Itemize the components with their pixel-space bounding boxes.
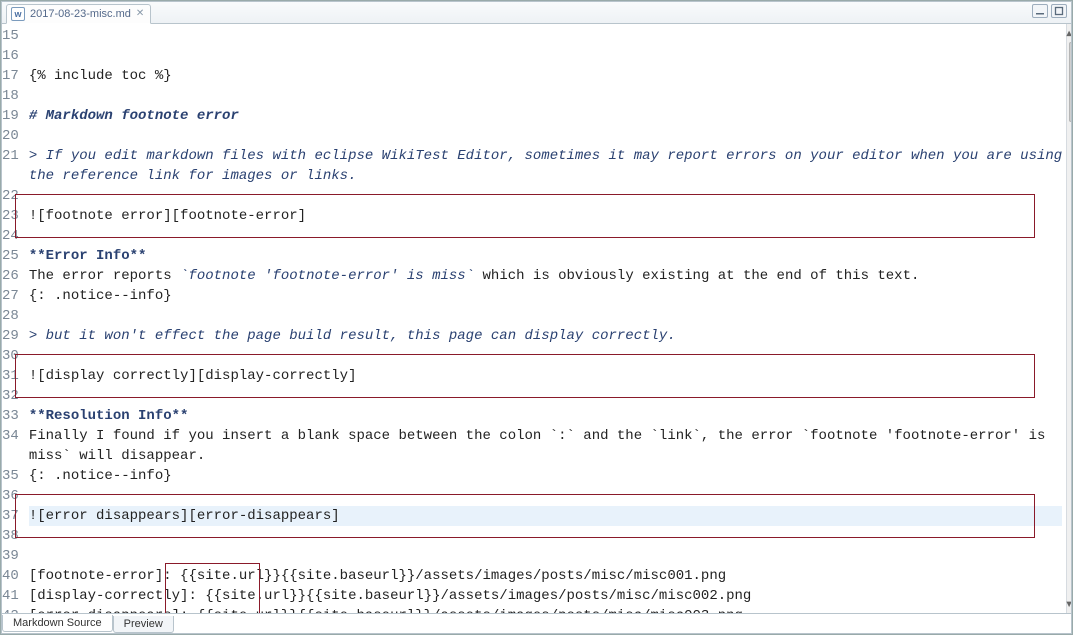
titlebar: w 2017-08-23-misc.md ✕ xyxy=(2,2,1071,24)
line-number: 33 xyxy=(2,406,19,426)
code-line[interactable]: [footnote-error]: {{site.url}}{{site.bas… xyxy=(29,566,1062,586)
file-tab-label: 2017-08-23-misc.md xyxy=(30,8,131,20)
line-number: 39 xyxy=(2,546,19,566)
minimize-button[interactable] xyxy=(1032,4,1048,18)
code-line[interactable] xyxy=(29,306,1062,326)
code-line[interactable]: [display-correctly]: {{site.url}}{{site.… xyxy=(29,586,1062,606)
line-number-gutter: 15161718192021 22232425262728293031323334… xyxy=(2,24,25,613)
line-number: 37 xyxy=(2,506,19,526)
code-line[interactable] xyxy=(29,226,1062,246)
tab-preview[interactable]: Preview xyxy=(113,616,174,633)
code-line[interactable] xyxy=(29,386,1062,406)
code-line[interactable] xyxy=(29,486,1062,506)
line-number: 22 xyxy=(2,186,19,206)
line-number: 36 xyxy=(2,486,19,506)
editor-window: w 2017-08-23-misc.md ✕ 15161718192021222… xyxy=(1,1,1072,634)
code-line[interactable]: {: .notice--info} xyxy=(29,286,1062,306)
line-number: 16 xyxy=(2,46,19,66)
line-number: 25 xyxy=(2,246,19,266)
line-number: 28 xyxy=(2,306,19,326)
code-line[interactable]: Finally I found if you insert a blank sp… xyxy=(29,426,1062,446)
code-line[interactable] xyxy=(29,86,1062,106)
line-number: 32 xyxy=(2,386,19,406)
line-number: 18 xyxy=(2,86,19,106)
line-number: 35 xyxy=(2,466,19,486)
scroll-up-arrow[interactable]: ▴ xyxy=(1067,24,1071,42)
line-number: 42 xyxy=(2,606,19,613)
code-line[interactable] xyxy=(29,46,1062,66)
code-line[interactable]: the reference link for images or links. xyxy=(29,166,1062,186)
close-icon[interactable]: ✕ xyxy=(136,8,144,19)
scroll-down-arrow[interactable]: ▾ xyxy=(1067,595,1071,613)
line-number: 19 xyxy=(2,106,19,126)
code-line[interactable]: miss` will disappear. xyxy=(29,446,1062,466)
line-number: 34 xyxy=(2,426,19,446)
line-number: 24 xyxy=(2,226,19,246)
line-number: 41 xyxy=(2,586,19,606)
window-controls xyxy=(1032,4,1067,18)
code-line[interactable] xyxy=(29,26,1062,46)
line-number: 29 xyxy=(2,326,19,346)
editor-area: 15161718192021 22232425262728293031323334… xyxy=(2,24,1071,613)
line-number: 23 xyxy=(2,206,19,226)
line-number xyxy=(2,446,19,466)
line-number xyxy=(2,166,19,186)
code-line[interactable]: **Resolution Info** xyxy=(29,406,1062,426)
vertical-scrollbar[interactable]: ▴ ▾ xyxy=(1066,24,1071,613)
line-number: 17 xyxy=(2,66,19,86)
code-line[interactable]: The error reports `footnote 'footnote-er… xyxy=(29,266,1062,286)
bottom-tabs: Markdown Source Preview xyxy=(2,613,1071,633)
line-number: 31 xyxy=(2,366,19,386)
line-number: 40 xyxy=(2,566,19,586)
code-line[interactable]: {: .notice--info} xyxy=(29,466,1062,486)
file-icon: w xyxy=(11,7,25,21)
line-number: 21 xyxy=(2,146,19,166)
line-number: 27 xyxy=(2,286,19,306)
code-line[interactable]: ![footnote error][footnote-error] xyxy=(29,206,1062,226)
code-line[interactable]: > If you edit markdown files with eclips… xyxy=(29,146,1062,166)
maximize-button[interactable] xyxy=(1051,4,1067,18)
code-line[interactable]: [error-disappears]: {{site.url}}{{site.b… xyxy=(29,606,1062,613)
code-line[interactable]: ![error disappears][error-disappears] xyxy=(29,506,1062,526)
code-line[interactable] xyxy=(29,346,1062,366)
code-line[interactable] xyxy=(29,546,1062,566)
code-line[interactable]: {% include toc %} xyxy=(29,66,1062,86)
file-tab[interactable]: w 2017-08-23-misc.md ✕ xyxy=(6,4,151,24)
line-number: 15 xyxy=(2,26,19,46)
line-number: 20 xyxy=(2,126,19,146)
code-line[interactable]: # Markdown footnote error xyxy=(29,106,1062,126)
code-line[interactable] xyxy=(29,186,1062,206)
line-number: 26 xyxy=(2,266,19,286)
code-line[interactable] xyxy=(29,526,1062,546)
tab-markdown-source[interactable]: Markdown Source xyxy=(2,615,113,632)
code-line[interactable] xyxy=(29,126,1062,146)
code-line[interactable]: **Error Info** xyxy=(29,246,1062,266)
code-area[interactable]: {% include toc %} # Markdown footnote er… xyxy=(25,24,1066,613)
code-line[interactable]: > but it won't effect the page build res… xyxy=(29,326,1062,346)
line-number: 30 xyxy=(2,346,19,366)
code-line[interactable]: ![display correctly][display-correctly] xyxy=(29,366,1062,386)
scroll-thumb[interactable] xyxy=(1069,42,1071,122)
line-number: 38 xyxy=(2,526,19,546)
